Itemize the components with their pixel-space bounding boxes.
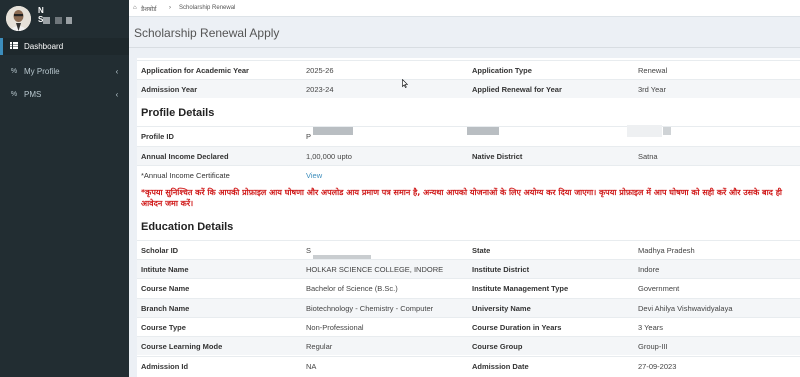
chevron-left-icon: ‹ (115, 90, 119, 99)
table-row: Intitute Name HOLKAR SCIENCE COLLEGE, IN… (137, 259, 800, 278)
field-value: S (306, 246, 312, 255)
field-value: Renewal (638, 66, 668, 75)
field-value: Madhya Pradesh (638, 246, 695, 255)
field-label: Branch Name (141, 304, 190, 313)
chevron-left-icon: ‹ (115, 67, 119, 76)
user-name-line-1: N (38, 6, 44, 15)
field-value: NA (306, 362, 317, 371)
field-label: Admission Year (141, 85, 198, 94)
table-row: Course Learning Mode Regular Course Grou… (137, 336, 800, 355)
sidebar-item-label: PMS (24, 90, 42, 99)
field-label: University Name (472, 304, 531, 313)
table-row: Course Name Bachelor of Science (B.Sc.) … (137, 278, 800, 297)
user-avatar (6, 6, 31, 31)
profile-id-value: P (306, 132, 312, 141)
table-row: Application for Academic Year 2025-26 Ap… (137, 60, 800, 79)
field-label: State (472, 246, 491, 255)
sidebar-item-label: Dashboard (24, 42, 64, 51)
sidebar: N S Dashboard % My Profile ‹ % PMS ‹ (0, 0, 129, 377)
field-label: Admission Date (472, 362, 529, 371)
field-value: Government (638, 284, 680, 293)
field-label: Admission Id (141, 362, 189, 371)
field-label: Institute Management Type (472, 284, 569, 293)
table-row: Profile ID P (137, 125, 800, 145)
field-label: Course Type (141, 323, 186, 332)
field-label: Native District (472, 152, 523, 161)
sidebar-item-label: My Profile (24, 67, 60, 76)
redacted-block (55, 17, 62, 24)
field-value: Biotechnology - Chemistry - Computer (306, 304, 434, 313)
view-certificate-link[interactable]: View (306, 171, 322, 180)
field-label: Annual Income Declared (141, 152, 229, 161)
field-label: Course Learning Mode (141, 342, 223, 351)
redacted-block (663, 127, 671, 135)
field-value: Indore (638, 265, 660, 274)
mouse-cursor-icon (402, 79, 408, 88)
field-value: 3rd Year (638, 85, 666, 94)
table-row: Scholar ID S State Madhya Pradesh (137, 240, 800, 260)
redacted-block (627, 125, 662, 137)
field-label: Course Duration in Years (472, 323, 562, 332)
breadcrumb-current: Scholarship Renewal (179, 5, 236, 11)
table-row: Branch Name Biotechnology - Chemistry - … (137, 298, 800, 317)
table-row: Course Type Non-Professional Course Dura… (137, 317, 800, 336)
field-label: Scholar ID (141, 246, 179, 255)
breadcrumb-home[interactable]: डैशबोर्ड (141, 5, 156, 13)
divider (129, 47, 800, 48)
redacted-block (467, 127, 499, 135)
field-label: Applied Renewal for Year (472, 85, 562, 94)
field-label: Institute District (472, 265, 530, 274)
redacted-block (66, 17, 72, 24)
field-label: Course Group (472, 342, 523, 351)
field-value: 27-09-2023 (638, 362, 677, 371)
field-value: 3 Years (638, 323, 664, 332)
dashboard-icon (7, 42, 21, 51)
profile-details-heading: Profile Details (141, 107, 215, 119)
field-label: Course Name (141, 284, 190, 293)
user-panel: N S (0, 0, 129, 38)
table-row: Admission Year 2023-24 Applied Renewal f… (137, 79, 800, 98)
breadcrumb-home-icon[interactable]: ⌂ (133, 5, 137, 11)
redacted-block (43, 17, 50, 24)
sidebar-item-pms[interactable]: % PMS ‹ (0, 86, 129, 103)
field-value: Regular (306, 342, 333, 351)
field-value: Group-III (638, 342, 668, 351)
page-title: Scholarship Renewal Apply (134, 26, 280, 40)
field-value: 2025-26 (306, 66, 334, 75)
field-label: Intitute Name (141, 265, 189, 274)
field-label: Application for Academic Year (141, 66, 249, 75)
sidebar-item-my-profile[interactable]: % My Profile ‹ (0, 63, 129, 80)
field-value: Satna (638, 152, 658, 161)
field-value: HOLKAR SCIENCE COLLEGE, INDORE (306, 265, 444, 274)
link-icon: % (10, 91, 18, 98)
table-row: Annual Income Declared 1,00,000 upto Nat… (137, 146, 800, 165)
education-details-heading: Education Details (141, 221, 234, 233)
top-bar: ⌂ डैशबोर्ड › Scholarship Renewal (129, 0, 800, 17)
table-row: *Annual Income Certificate View (137, 165, 800, 184)
field-label: Profile ID (141, 132, 174, 141)
field-value: Devi Ahilya Vishwavidyalaya (638, 304, 733, 313)
table-row: Admission Id NA Admission Date 27-09-202… (137, 356, 800, 375)
redacted-block (313, 127, 353, 135)
field-label: *Annual Income Certificate (141, 171, 230, 180)
field-label: Application Type (472, 66, 532, 75)
field-value: Non-Professional (306, 323, 364, 332)
field-value: Bachelor of Science (B.Sc.) (306, 284, 398, 293)
sidebar-item-dashboard[interactable]: Dashboard (0, 38, 129, 55)
link-icon: % (10, 68, 18, 75)
income-notice: *कृपया सुनिश्चित करें कि आपकी प्रोफ़ाइल … (141, 188, 783, 208)
breadcrumb-separator: › (169, 5, 171, 11)
field-value: 2023-24 (306, 85, 334, 94)
field-value: 1,00,000 upto (306, 152, 352, 161)
